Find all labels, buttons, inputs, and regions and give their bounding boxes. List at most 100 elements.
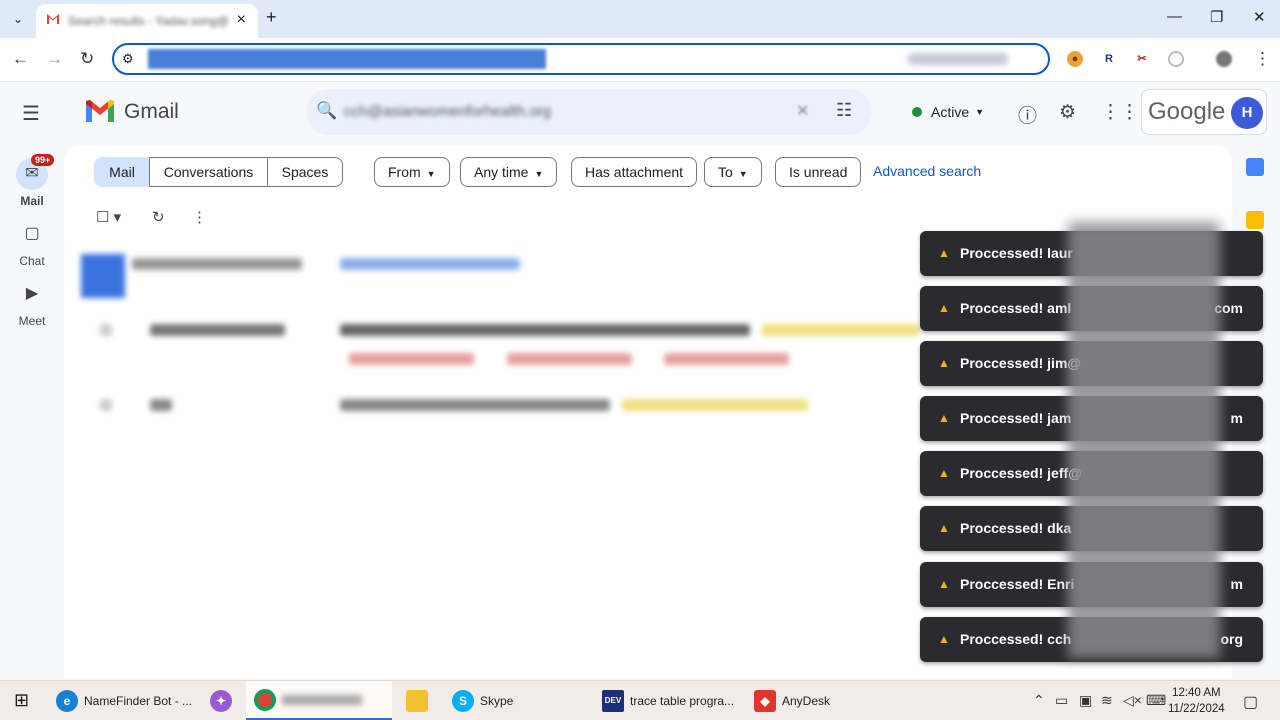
new-tab-button[interactable]: + <box>266 7 277 28</box>
rail-item-chat[interactable]: ▢ Chat <box>4 218 60 268</box>
tab-search-icon[interactable]: ⌄ <box>8 9 28 29</box>
reload-icon[interactable]: ↻ <box>80 49 94 69</box>
tab-conversations[interactable]: Conversations <box>149 157 268 187</box>
rail-item-meet[interactable]: ▶ Meet <box>4 278 60 328</box>
notification-text: Proccessed! jim@ <box>960 355 1082 371</box>
taskbar-item-anydesk[interactable]: ◆ AnyDesk <box>754 681 830 720</box>
gmail-title: Gmail <box>124 100 179 123</box>
status-dot-icon <box>912 107 922 117</box>
more-options-icon[interactable]: ⋮ <box>192 208 207 226</box>
taskbar-label: trace table progra... <box>630 694 735 708</box>
taskbar-item-trace-table[interactable]: DEV trace table progra... <box>602 681 734 720</box>
minimize-button[interactable]: — <box>1167 8 1182 25</box>
forward-arrow-icon[interactable]: → <box>46 49 63 69</box>
mail-search-box[interactable]: 🔍 cch@asianwomenforhealth.org ✕ ☷ <box>306 89 872 135</box>
search-icon[interactable]: 🔍 <box>316 101 337 121</box>
gmail-logo-icon <box>86 100 114 122</box>
calendar-icon[interactable] <box>1246 158 1264 176</box>
address-url-selected[interactable] <box>148 49 546 69</box>
table-row[interactable] <box>150 399 172 411</box>
browser-menu-icon[interactable]: ⋮ <box>1254 49 1271 69</box>
clear-search-icon[interactable]: ✕ <box>796 101 809 121</box>
filter-to[interactable]: To ▼ <box>704 157 762 187</box>
pencil-icon: ▲ <box>938 356 950 370</box>
status-label: Active <box>931 104 970 120</box>
search-highlight <box>762 324 920 336</box>
attachment-chip[interactable] <box>349 353 474 365</box>
help-icon[interactable]: ⓘ <box>1018 101 1037 128</box>
pencil-icon: ▲ <box>938 301 950 315</box>
apps-grid-icon[interactable]: ⋮⋮ <box>1101 101 1139 124</box>
rail-item-mail[interactable]: ✉ 99+ Mail <box>4 154 60 208</box>
attachment-chip[interactable] <box>664 353 789 365</box>
row-checkbox[interactable] <box>100 399 112 411</box>
maximize-button[interactable]: ❐ <box>1210 8 1223 26</box>
filter-from[interactable]: From ▼ <box>374 157 450 187</box>
clock-time: 12:40 AM <box>1172 687 1221 699</box>
attachment-chip[interactable] <box>507 353 632 365</box>
filter-has-attachment[interactable]: Has attachment <box>571 157 698 187</box>
taskbar-label: NameFinder Bot - ... <box>84 694 193 708</box>
chevron-down-icon: ▼ <box>738 169 748 179</box>
taskbar-item-skype[interactable]: S Skype <box>452 681 513 720</box>
avatar[interactable]: H <box>1231 97 1263 129</box>
wifi-icon[interactable]: ≋ <box>1101 692 1113 709</box>
notification-text: Proccessed! laur <box>960 245 1073 261</box>
taskbar-item-explorer[interactable] <box>406 681 434 720</box>
extension-icon[interactable]: R <box>1101 51 1117 67</box>
extension-icon[interactable] <box>1168 51 1184 67</box>
taskbar-item-copilot[interactable]: ✦ <box>210 681 238 720</box>
back-arrow-icon[interactable]: ← <box>12 49 29 69</box>
browser-tab-gmail[interactable]: Search results - Yadav.song@ × <box>36 4 258 38</box>
tray-app-icon[interactable]: ▭ <box>1055 692 1068 709</box>
profile-icon[interactable] <box>1216 51 1232 67</box>
notification-text: Proccessed! Enri <box>960 576 1075 592</box>
filter-any-time[interactable]: Any time ▼ <box>460 157 558 187</box>
row-checkbox[interactable] <box>100 324 112 336</box>
tab-close-icon[interactable]: × <box>237 11 246 29</box>
chevron-up-icon[interactable]: ⌃ <box>1033 692 1045 709</box>
taskbar-item-chrome[interactable] <box>246 681 392 720</box>
keyboard-icon[interactable]: ⌨ <box>1146 692 1166 709</box>
notification-text-tail: m <box>1230 410 1243 426</box>
main-menu-icon[interactable]: ☰ <box>22 101 40 126</box>
system-clock[interactable]: 12:40 AM 11/22/2024 <box>1168 685 1225 717</box>
filter-label: Any time <box>474 164 529 180</box>
rail-label: Chat <box>19 254 45 268</box>
tab-spaces[interactable]: Spaces <box>267 157 343 187</box>
tray-app-icon[interactable]: ▣ <box>1079 692 1092 709</box>
unread-badge: 99+ <box>31 154 55 166</box>
address-bar[interactable]: ⚙ <box>112 43 1050 75</box>
notification-text-tail: m <box>1230 576 1243 592</box>
extension-icon[interactable]: ● <box>1067 51 1083 67</box>
search-options-icon[interactable]: ☷ <box>836 100 852 121</box>
taskbar-item-namefinder[interactable]: e NameFinder Bot - ... <box>56 681 192 720</box>
email-subject <box>340 399 610 411</box>
extension-icon[interactable]: ✂ <box>1134 51 1150 67</box>
select-all-checkbox[interactable]: ☐ ▾ <box>96 208 121 226</box>
pencil-icon: ▲ <box>938 577 950 591</box>
tab-title: Search results - Yadav.song@ <box>68 14 229 28</box>
windows-start-icon[interactable]: ⊞ <box>14 690 29 711</box>
result-contact-row[interactable] <box>132 258 302 270</box>
filter-is-unread[interactable]: Is unread <box>775 157 862 187</box>
pencil-icon: ▲ <box>938 521 950 535</box>
keep-icon[interactable] <box>1246 211 1264 229</box>
copilot-icon: ✦ <box>210 690 232 712</box>
dev-icon: DEV <box>602 690 624 712</box>
settings-gear-icon[interactable]: ⚙ <box>1059 101 1076 124</box>
speaker-icon[interactable]: ◁× <box>1123 692 1142 709</box>
search-input[interactable]: cch@asianwomenforhealth.org <box>344 103 551 120</box>
site-settings-icon[interactable]: ⚙ <box>122 51 134 67</box>
table-row[interactable] <box>150 324 285 336</box>
email-subject <box>340 324 750 336</box>
close-window-button[interactable]: ✕ <box>1253 8 1266 26</box>
advanced-search-link[interactable]: Advanced search <box>873 163 981 179</box>
refresh-icon[interactable]: ↻ <box>152 208 165 226</box>
account-switcher[interactable]: Google H <box>1141 89 1267 135</box>
notifications-icon[interactable]: ▢ <box>1243 692 1258 712</box>
rail-label: Mail <box>20 194 44 208</box>
tab-mail[interactable]: Mail <box>94 157 150 187</box>
status-selector[interactable]: Active ▼ <box>902 96 994 128</box>
result-contact-email[interactable] <box>340 258 520 270</box>
